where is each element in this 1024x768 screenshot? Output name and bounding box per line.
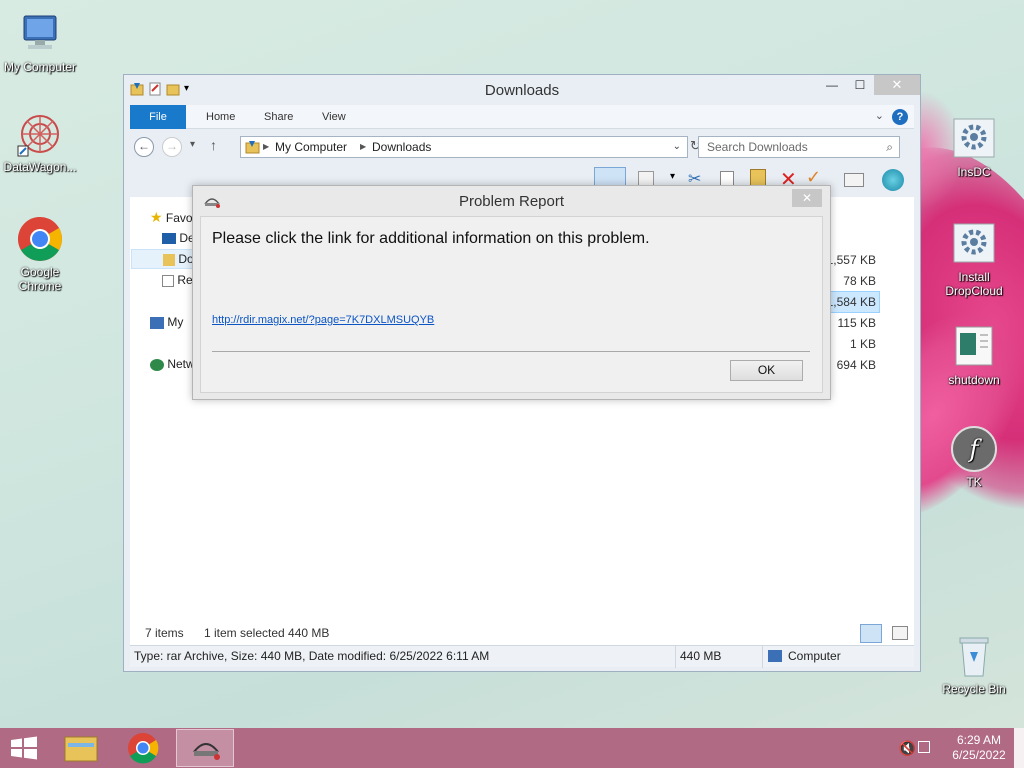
breadcrumb-my-computer[interactable]: My Computer (275, 137, 347, 157)
search-icon: ⌕ (886, 140, 893, 154)
selection-info: 1 item selected 440 MB (204, 626, 330, 640)
file-size-detail: 440 MB (680, 649, 722, 663)
search-input[interactable]: Search Downloads ⌕ (698, 136, 900, 158)
file-explorer-icon (64, 736, 98, 762)
close-button[interactable]: ✕ (874, 75, 920, 95)
dialog-body: Please click the link for additional inf… (200, 216, 823, 393)
start-button[interactable] (0, 729, 48, 767)
recent-places-icon (162, 274, 174, 287)
breadcrumb-separator-icon: ▶ (360, 142, 367, 151)
gear-icon (950, 115, 998, 163)
windows-logo-icon (11, 736, 37, 760)
location-detail: Computer (788, 649, 841, 663)
gear-icon (950, 220, 998, 268)
nav-favorites[interactable]: ★ Favo (150, 209, 193, 226)
status-bar: 7 items 1 item selected 440 MB (130, 623, 914, 645)
back-button[interactable]: ← (134, 137, 154, 157)
navigation-bar: ← → ▾ ↑ ▶ My Computer ▶ Downloads ⌄ ↻ Se… (130, 133, 914, 163)
desktop-icon (162, 233, 176, 245)
properties-icon[interactable] (844, 173, 864, 187)
datawagon-icon (16, 110, 64, 158)
desktop-icon-insdc[interactable]: InsDC (934, 115, 1014, 179)
file-size: 1 KB (849, 337, 876, 351)
desktop-icon-shutdown[interactable]: shutdown (934, 323, 1014, 387)
ribbon: File Home Share View ⌄ ? (130, 105, 914, 129)
tab-file[interactable]: File (130, 105, 186, 129)
clock[interactable]: 6:29 AM 6/25/2022 (934, 728, 1024, 768)
dialog-divider (212, 351, 810, 352)
dialog-close-button[interactable]: ✕ (792, 189, 822, 207)
file-size: 694 KB (836, 358, 876, 372)
tab-view[interactable]: View (308, 105, 360, 129)
recent-locations-icon[interactable]: ▾ (190, 139, 195, 150)
globe-icon[interactable] (882, 169, 904, 191)
nav-recent[interactable]: Re (162, 273, 193, 287)
desktop-icon-chrome[interactable]: Google Chrome (0, 215, 80, 293)
show-desktop-button[interactable] (1014, 728, 1024, 768)
breadcrumb-separator-icon: ▶ (263, 142, 270, 151)
clock-date: 6/25/2022 (952, 748, 1006, 762)
taskbar-chrome[interactable] (114, 729, 172, 767)
explorer-titlebar[interactable]: ▾ Downloads — ☐ ✕ (124, 75, 920, 105)
chrome-icon (16, 215, 64, 263)
desktop-icon-recycle-bin[interactable]: Recycle Bin (934, 632, 1014, 696)
volume-muted-icon[interactable]: 🔇 (899, 740, 916, 757)
file-size: 1,584 KB (826, 295, 876, 309)
dialog-title: Problem Report (458, 193, 565, 210)
breadcrumb-downloads[interactable]: Downloads (372, 137, 431, 157)
forward-button[interactable]: → (162, 137, 182, 157)
minimize-button[interactable]: — (818, 75, 846, 95)
address-dropdown-icon[interactable]: ⌄ (673, 137, 681, 157)
help-icon[interactable]: ? (892, 109, 908, 125)
nav-my-computer[interactable]: My (150, 315, 183, 329)
details-view-button[interactable] (860, 624, 882, 643)
large-icons-view-button[interactable] (892, 626, 908, 640)
up-button[interactable]: ↑ (210, 137, 217, 153)
folder-icon (245, 139, 261, 161)
file-size: 115 KB (837, 316, 876, 330)
network-icon (150, 358, 164, 371)
file-size: 1,557 KB (826, 253, 876, 267)
ribbon-expand-icon[interactable]: ⌄ (875, 109, 884, 122)
info-link[interactable]: http://rdir.magix.net/?page=7K7DXLMSUQYB (212, 314, 434, 326)
nav-downloads[interactable]: Do (131, 249, 201, 269)
computer-icon (16, 10, 64, 58)
window-title: Downloads (484, 82, 560, 99)
network-icon[interactable] (918, 741, 930, 753)
nav-desktop[interactable]: De (162, 231, 195, 245)
recycle-bin-icon (950, 632, 998, 680)
taskbar-problem-report[interactable] (176, 729, 234, 767)
details-bar: Type: rar Archive, Size: 440 MB, Date mo… (130, 645, 914, 668)
computer-icon (150, 316, 164, 329)
problem-report-dialog: Problem Report ✕ Please click the link f… (192, 185, 831, 400)
file-details: Type: rar Archive, Size: 440 MB, Date mo… (134, 649, 490, 663)
downloads-folder-icon (163, 253, 175, 266)
dialog-message: Please click the link for additional inf… (212, 230, 650, 247)
desktop-icon-datawagon[interactable]: DataWagon... (0, 110, 80, 174)
chevron-down-icon[interactable]: ▾ (670, 171, 675, 182)
item-count: 7 items (145, 626, 184, 640)
desktop-icon-install-dropcloud[interactable]: Install DropCloud (934, 220, 1014, 298)
chrome-icon (128, 733, 159, 764)
taskbar: 🔇 6:29 AM 6/25/2022 (0, 728, 1024, 768)
clock-time: 6:29 AM (956, 733, 1002, 747)
stethoscope-icon (193, 743, 220, 760)
desktop-icon-my-computer[interactable]: My Computer (0, 10, 80, 74)
script-icon (950, 323, 998, 371)
computer-icon (768, 650, 782, 662)
nav-network[interactable]: Netw (150, 357, 195, 371)
address-bar[interactable]: ▶ My Computer ▶ Downloads ⌄ (240, 136, 688, 158)
taskbar-explorer[interactable] (52, 729, 110, 767)
tab-home[interactable]: Home (192, 105, 249, 129)
desktop-icon-tk[interactable]: f TK (934, 425, 1014, 489)
maximize-button[interactable]: ☐ (846, 75, 874, 95)
star-icon: ★ (150, 209, 163, 225)
ok-button[interactable]: OK (730, 360, 803, 381)
tab-share[interactable]: Share (250, 105, 307, 129)
file-size: 78 KB (843, 274, 876, 288)
flash-icon: f (950, 425, 998, 473)
